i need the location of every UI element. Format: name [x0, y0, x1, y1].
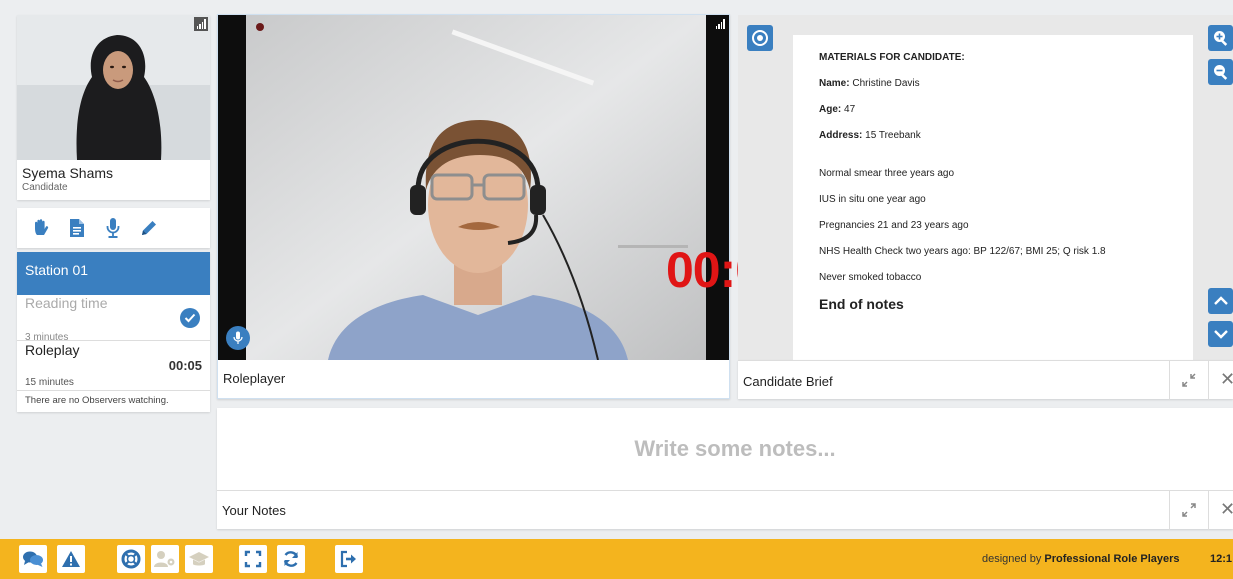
expand-icon [1182, 503, 1196, 517]
brief-note: Never smoked tobacco [819, 272, 922, 283]
close-icon: ✕ [1220, 499, 1233, 519]
station-title[interactable]: Station 01 [17, 252, 210, 295]
candidate-role: Candidate [22, 182, 68, 193]
roleplayer-video-panel: Roleplay​er [217, 14, 730, 399]
scroll-up-button[interactable] [1208, 288, 1233, 314]
brief-note: Normal smear three years ago [819, 168, 955, 179]
divider [1208, 491, 1209, 530]
microphone-icon [233, 331, 243, 344]
microphone-icon [106, 218, 120, 238]
user-settings-button[interactable] [151, 545, 179, 573]
brief-age-value: 47 [841, 104, 856, 115]
warning-icon [62, 551, 80, 567]
logout-icon [340, 550, 356, 568]
collapse-button[interactable] [1179, 370, 1199, 390]
roleplay-duration: 15 minutes [25, 377, 74, 388]
document-button[interactable] [59, 212, 95, 244]
candidate-actions [17, 208, 210, 248]
brief-note: IUS in situ one year ago [819, 194, 926, 205]
notes-input[interactable] [217, 408, 1233, 490]
brief-heading: MATERIALS FOR CANDIDATE: [819, 52, 965, 63]
candidate-card: Syema Shams Candidate [17, 15, 210, 200]
graduation-cap-icon [189, 552, 209, 566]
zoom-in-icon [1213, 31, 1227, 46]
close-button[interactable]: ✕ [1220, 499, 1233, 520]
roleplay-label: Roleplay [25, 342, 80, 358]
brief-address-label: Address: [819, 130, 863, 141]
observers-status: There are no Observers watching. [25, 395, 169, 406]
candidate-video-thumbnail[interactable] [17, 15, 210, 160]
close-button[interactable]: ✕ [1220, 369, 1233, 390]
brief-note: Pregnancies 21 and 23 years ago [819, 220, 969, 231]
zoom-out-icon [1213, 65, 1227, 80]
raise-hand-icon [35, 219, 49, 235]
refresh-icon [283, 551, 299, 567]
roleplayer-label: Roleplay​er [223, 371, 286, 386]
divider [17, 340, 210, 341]
microphone-button[interactable] [95, 212, 131, 244]
zoom-out-button[interactable] [1208, 59, 1233, 85]
divider [1208, 361, 1209, 400]
candidate-brief-label: Candidate Brief [743, 374, 833, 389]
brief-age-label: Age: [819, 104, 842, 115]
roleplayer-video[interactable] [218, 15, 729, 360]
raise-hand-button[interactable] [23, 212, 59, 244]
focus-button[interactable] [747, 25, 773, 51]
brief-address-value: 15 Treebank [862, 130, 921, 141]
candidate-brief-footer: Candidate Brief ✕ [738, 360, 1233, 400]
credit: designed by Professional Role Players [982, 553, 1180, 565]
expand-button[interactable] [1179, 500, 1199, 520]
notes-panel: Your Notes ✕ [217, 408, 1233, 530]
brief-note: NHS Health Check two years ago: BP 122/6… [819, 246, 1106, 257]
divider [1169, 361, 1170, 400]
brief-name-label: Name: [819, 78, 850, 89]
brief-document: MATERIALS FOR CANDIDATE: Name: Christine… [793, 35, 1193, 360]
reading-time-label: Reading time [25, 295, 108, 311]
clock: 12:1 [1210, 553, 1233, 565]
document-icon [70, 219, 84, 237]
candidate-name: Syema Shams [22, 165, 114, 181]
edit-button[interactable] [131, 212, 167, 244]
chat-button[interactable] [19, 545, 47, 573]
zoom-in-button[interactable] [1208, 25, 1233, 51]
microphone-button[interactable] [226, 326, 250, 350]
collapse-icon [1182, 373, 1196, 387]
lifebuoy-icon [121, 549, 141, 569]
notes-label: Your Notes [222, 503, 286, 518]
chevron-up-icon [1213, 296, 1228, 305]
report-issue-button[interactable] [57, 545, 85, 573]
roleplay-time: 00:05 [168, 358, 202, 373]
scroll-down-button[interactable] [1208, 321, 1233, 347]
candidate-brief-viewer: MATERIALS FOR CANDIDATE: Name: Christine… [738, 15, 1233, 360]
signal-strength-icon [194, 17, 208, 31]
bottom-toolbar: designed by Professional Role Players 12… [0, 539, 1233, 579]
divider [1169, 491, 1170, 530]
close-icon: ✕ [1220, 369, 1233, 389]
fullscreen-icon [244, 550, 262, 568]
fullscreen-button[interactable] [239, 545, 267, 573]
notes-footer: Your Notes ✕ [217, 490, 1233, 530]
credit-prefix: designed by [982, 553, 1045, 565]
divider [17, 390, 210, 391]
logout-button[interactable] [335, 545, 363, 573]
brief-name-value: Christine Davis [849, 78, 920, 89]
signal-strength-icon [713, 17, 727, 31]
chevron-down-icon [1213, 330, 1228, 339]
learning-button[interactable] [185, 545, 213, 573]
check-icon [180, 308, 200, 328]
brief-end: End of notes [819, 296, 904, 312]
help-button[interactable] [117, 545, 145, 573]
target-icon [752, 30, 768, 46]
credit-brand[interactable]: Professional Role Players [1044, 553, 1179, 565]
chat-icon [23, 551, 43, 567]
pencil-icon [142, 221, 156, 235]
station-panel: Station 01 Reading time 3 minutes Rolepl… [17, 252, 210, 412]
user-settings-icon [154, 551, 175, 567]
refresh-button[interactable] [277, 545, 305, 573]
